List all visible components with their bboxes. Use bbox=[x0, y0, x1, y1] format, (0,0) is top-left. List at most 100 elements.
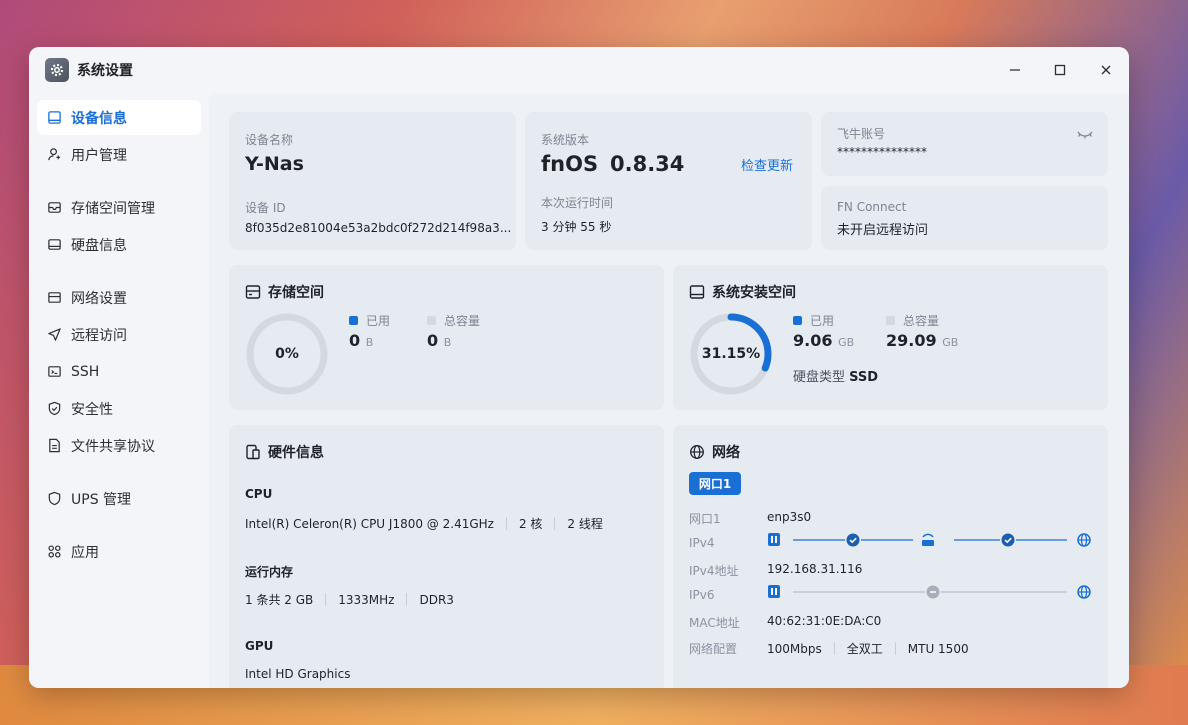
maximize-button[interactable] bbox=[1049, 59, 1071, 81]
network-card: 网络 网口1 网口1 enp3s0 IPv4 IPv4地址 192.168.31… bbox=[673, 425, 1108, 688]
check-circle-icon bbox=[1001, 533, 1015, 547]
system-install-percent: 31.15% bbox=[701, 346, 761, 362]
mac-value: 40:62:31:0E:DA:C0 bbox=[767, 614, 882, 628]
storage-percent: 0% bbox=[275, 346, 299, 362]
device-name: Y-Nas bbox=[245, 153, 304, 175]
terminal-icon bbox=[48, 366, 61, 377]
sidebar-item-disks[interactable]: 硬盘信息 bbox=[37, 227, 201, 262]
disk-type: 硬盘类型 SSD bbox=[793, 370, 879, 385]
ipv4-address-value: 192.168.31.116 bbox=[767, 562, 863, 576]
storage-icon bbox=[48, 202, 61, 213]
account-label: 飞牛账号 bbox=[837, 127, 886, 141]
uptime-label: 本次运行时间 bbox=[541, 196, 614, 210]
device-card: 设备名称 Y-Nas 设备 ID 8f035d2e81004e53a2bdc0f… bbox=[229, 112, 516, 250]
account-card: 飞牛账号 *************** bbox=[821, 112, 1108, 176]
disk-icon bbox=[48, 239, 61, 250]
mac-label: MAC地址 bbox=[689, 616, 740, 630]
sidebar-item-storage[interactable]: 存储空间管理 bbox=[37, 190, 201, 225]
apps-icon bbox=[48, 545, 61, 558]
uptime-value: 3 分钟 55 秒 bbox=[541, 220, 612, 234]
port-label: 网口1 bbox=[689, 512, 721, 526]
sidebar-item-ups[interactable]: UPS 管理 bbox=[37, 481, 201, 516]
sidebar-item-network[interactable]: 网络设置 bbox=[37, 280, 201, 315]
total-legend-swatch bbox=[427, 316, 436, 325]
title-bar: 系统设置 bbox=[29, 47, 1129, 93]
check-update-link[interactable]: 检查更新 bbox=[741, 155, 793, 174]
sidebar: 设备信息 用户管理 存储空间管理 硬盘信息 网络设置 远程访问 SSH 安全性 bbox=[29, 93, 209, 688]
sidebar-item-users[interactable]: 用户管理 bbox=[37, 137, 201, 172]
send-icon bbox=[48, 328, 61, 341]
ups-shield-icon bbox=[48, 491, 61, 506]
hardware-icon bbox=[246, 444, 260, 460]
ipv4-label: IPv4 bbox=[689, 536, 715, 550]
ipv6-topology bbox=[768, 585, 1091, 599]
storage-total-label: 总容量 bbox=[444, 314, 481, 328]
storage-card-title: 存储空间 bbox=[245, 282, 324, 302]
storage-total-value: 0 B bbox=[427, 331, 452, 350]
gear-icon bbox=[45, 58, 69, 82]
system-install-total-value: 29.09 GB bbox=[886, 331, 959, 350]
file-icon bbox=[49, 438, 60, 453]
system-install-card-title: 系统安装空间 bbox=[689, 282, 796, 302]
device-id-label: 设备 ID bbox=[245, 201, 286, 215]
system-install-used-value: 9.06 GB bbox=[793, 331, 855, 350]
minimize-button[interactable] bbox=[1004, 59, 1026, 81]
system-install-total-label: 总容量 bbox=[903, 314, 940, 328]
router-icon bbox=[922, 533, 934, 546]
ipv4-topology bbox=[768, 533, 1091, 547]
hardware-card-title: 硬件信息 bbox=[245, 442, 324, 462]
total-legend-swatch bbox=[886, 316, 895, 325]
fn-connect-label: FN Connect bbox=[837, 200, 907, 214]
ram-info: 1 条共 2 GB 1333MHz DDR3 bbox=[245, 592, 454, 608]
sidebar-item-ssh[interactable]: SSH bbox=[37, 354, 201, 389]
nas-icon bbox=[768, 533, 780, 546]
shield-icon bbox=[48, 401, 61, 416]
os-name: fnOS bbox=[541, 152, 599, 176]
settings-window: 系统设置 设备信息 用户管理 存储空间管理 硬盘信息 网络设置 远程访问 SSH… bbox=[29, 47, 1129, 688]
sidebar-item-remote-access[interactable]: 远程访问 bbox=[37, 317, 201, 352]
gpu-label: GPU bbox=[245, 639, 274, 653]
eye-closed-icon[interactable] bbox=[1076, 126, 1094, 145]
network-icon bbox=[48, 292, 61, 303]
storage-card: 存储空间 0% 已用 0 B 总容量 0 B bbox=[229, 265, 664, 410]
gpu-info: Intel HD Graphics bbox=[245, 667, 351, 681]
network-config-label: 网络配置 bbox=[689, 642, 738, 656]
sidebar-item-device-info[interactable]: 设备信息 bbox=[37, 100, 201, 135]
sidebar-item-security[interactable]: 安全性 bbox=[37, 391, 201, 426]
storage-used-value: 0 B bbox=[349, 331, 374, 350]
window-title: 系统设置 bbox=[77, 63, 133, 79]
fn-connect-card: FN Connect 未开启远程访问 bbox=[821, 186, 1108, 250]
system-version-label: 系统版本 bbox=[541, 133, 590, 147]
main-content: 设备名称 Y-Nas 设备 ID 8f035d2e81004e53a2bdc0f… bbox=[209, 93, 1129, 688]
account-value: *************** bbox=[837, 145, 927, 159]
network-port-tab[interactable]: 网口1 bbox=[689, 472, 741, 495]
storage-used-label: 已用 bbox=[366, 314, 391, 328]
close-button[interactable] bbox=[1095, 59, 1117, 81]
cpu-label: CPU bbox=[245, 487, 273, 501]
nas-icon bbox=[768, 585, 780, 598]
globe-icon bbox=[690, 445, 704, 459]
ipv4-address-label: IPv4地址 bbox=[689, 564, 739, 578]
ipv6-label: IPv6 bbox=[689, 588, 715, 602]
system-install-used-label: 已用 bbox=[810, 314, 835, 328]
cpu-info: Intel(R) Celeron(R) CPU J1800 @ 2.41GHz 2… bbox=[245, 516, 603, 532]
user-icon bbox=[48, 148, 61, 161]
ram-label: 运行内存 bbox=[245, 565, 294, 579]
sidebar-item-apps[interactable]: 应用 bbox=[37, 534, 201, 569]
device-id: 8f035d2e81004e53a2bdc0f272d214f98a3... bbox=[245, 221, 512, 235]
disk-icon bbox=[689, 285, 705, 299]
fn-connect-value: 未开启远程访问 bbox=[837, 223, 929, 238]
check-circle-icon bbox=[846, 533, 860, 547]
hardware-card: 硬件信息 CPU Intel(R) Celeron(R) CPU J1800 @… bbox=[229, 425, 664, 688]
network-card-title: 网络 bbox=[689, 442, 740, 462]
system-install-card: 系统安装空间 31.15% 已用 9.06 GB 总容量 29.09 GB 硬盘… bbox=[673, 265, 1108, 410]
device-icon bbox=[48, 111, 61, 124]
used-legend-swatch bbox=[793, 316, 802, 325]
sidebar-item-file-sharing[interactable]: 文件共享协议 bbox=[37, 428, 201, 463]
device-name-label: 设备名称 bbox=[245, 133, 294, 147]
globe-icon bbox=[1077, 533, 1091, 547]
port-value: enp3s0 bbox=[767, 510, 812, 524]
used-legend-swatch bbox=[349, 316, 358, 325]
os-version: 0.8.34 bbox=[610, 152, 685, 176]
storage-icon bbox=[245, 285, 261, 299]
